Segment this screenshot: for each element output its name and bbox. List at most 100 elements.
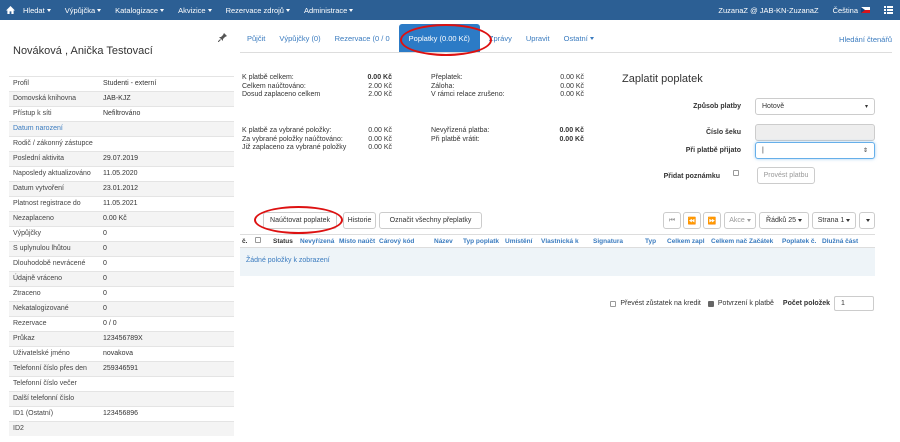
- menu-list-icon[interactable]: [877, 0, 900, 20]
- column-header[interactable]: Nevyřízená: [298, 238, 337, 245]
- patron-field-label: Dlouhodobě nevrácené: [9, 256, 99, 272]
- user-menu[interactable]: ZuzanaZ @ JAB-KN-ZuzanaZ: [711, 0, 825, 20]
- patron-field-row: S uplynulou lhůtou 0: [9, 241, 234, 257]
- patron-field-value: 0: [99, 241, 234, 257]
- patron-field-label: Další telefonní číslo: [9, 391, 99, 407]
- summary-value: 2.00 Kč: [368, 91, 392, 98]
- chevron-down-icon: [285, 8, 290, 12]
- flag-icon: [861, 7, 870, 13]
- summary-label: Již zaplaceno za vybrané položky: [242, 144, 347, 151]
- tab-divider: [240, 52, 892, 53]
- summary-value: 0.00 Kč: [560, 82, 584, 90]
- patron-search-link[interactable]: Hledání čtenářů: [839, 35, 892, 44]
- history-button[interactable]: Historie: [343, 212, 376, 229]
- column-header[interactable]: Umístění: [503, 238, 539, 245]
- tab-items-out[interactable]: Výpůjčky (0): [272, 24, 327, 52]
- summary-label: K platbě celkem:: [242, 74, 294, 81]
- nav-circulation-menu[interactable]: Výpůjčka: [58, 0, 108, 20]
- column-header[interactable]: Poplatek č.: [780, 238, 820, 245]
- check-number-input[interactable]: [755, 124, 875, 141]
- rows-per-page-dropdown[interactable]: Řádků 25: [759, 212, 809, 229]
- patron-field-row: ID2: [9, 421, 234, 436]
- patron-field-row: Nezaplaceno 0.00 Kč: [9, 211, 234, 227]
- patron-field-row: Naposledy aktualizováno 11.05.2020: [9, 166, 234, 182]
- patron-field-row: Datum narození: [9, 121, 234, 137]
- column-header[interactable]: Vlastnická k: [539, 238, 591, 245]
- column-header[interactable]: Místo naúčt: [337, 238, 377, 245]
- patron-field-row: Telefonní číslo večer: [9, 376, 234, 392]
- tab-edit[interactable]: Upravit: [519, 24, 557, 52]
- column-header[interactable]: Čárový kód: [377, 238, 424, 245]
- column-header[interactable]: Celkem zapl: [665, 238, 709, 245]
- tab-bills[interactable]: Poplatky (0.00 Kč): [398, 24, 480, 52]
- patron-field-value: 11.05.2020: [99, 166, 234, 182]
- chevron-down-icon: [160, 8, 165, 12]
- nav-cataloging-menu[interactable]: Katalogizace: [108, 0, 171, 20]
- receipt-count-label: Počet položek: [782, 300, 830, 307]
- patron-field-label: Nezaplaceno: [9, 211, 99, 227]
- column-header[interactable]: Název: [424, 238, 461, 245]
- patron-field-value: Studenti - externí: [99, 76, 234, 92]
- bill-fee-button[interactable]: Naúčtovat poplatek: [263, 212, 337, 229]
- patron-field-value: 11.05.2021: [99, 196, 234, 212]
- prev-page-icon[interactable]: ⏪: [683, 212, 701, 229]
- top-navbar: Hledat Výpůjčka Katalogizace Akvizice Re…: [0, 0, 900, 20]
- tab-checkout[interactable]: Půjčit: [240, 24, 272, 52]
- nav-search-menu[interactable]: Hledat: [16, 0, 58, 20]
- patron-field-value: 0: [99, 271, 234, 287]
- receipt-count-input[interactable]: 1: [834, 296, 874, 311]
- patron-field-label: Přístup k síti: [9, 106, 99, 122]
- nav-booking-menu[interactable]: Rezervace zdrojů: [219, 0, 297, 20]
- patron-field-value: 23.01.2012: [99, 181, 234, 197]
- language-menu[interactable]: Čeština: [826, 0, 877, 20]
- payment-received-input[interactable]: | ⇕: [755, 142, 875, 159]
- tab-other[interactable]: Ostatní: [557, 24, 601, 52]
- mark-overpayments-button[interactable]: Označit všechny přeplatky: [379, 212, 482, 229]
- pin-icon[interactable]: [217, 33, 227, 45]
- first-page-icon[interactable]: ⏮: [663, 212, 681, 229]
- column-header[interactable]: Signatura: [591, 238, 635, 245]
- payment-method-value: Hotově: [762, 103, 785, 110]
- column-header[interactable]: Celkem nač: [709, 238, 747, 245]
- patron-field-value: JAB-KJZ: [99, 91, 234, 107]
- payment-receipt-checkbox[interactable]: [707, 300, 714, 307]
- column-header[interactable]: Typ: [635, 238, 665, 245]
- nav-acquisitions-menu[interactable]: Akvizice: [171, 0, 219, 20]
- patron-field-label: Uživatelské jméno: [9, 346, 99, 362]
- payment-method-select[interactable]: Hotově ▾: [755, 98, 875, 115]
- nav-admin-menu[interactable]: Administrace: [297, 0, 360, 20]
- spinner-icon[interactable]: ⇕: [863, 147, 868, 154]
- select-all-checkbox[interactable]: [255, 237, 261, 243]
- tab-holds[interactable]: Rezervace (0 / 0: [328, 24, 397, 52]
- chevron-down-icon: [746, 219, 751, 222]
- summary-label: V rámci relace zrušeno:: [431, 91, 505, 98]
- column-header[interactable]: Status: [271, 238, 298, 245]
- column-header[interactable]: Typ poplatk: [461, 238, 503, 245]
- patron-field-label: Profil: [9, 76, 99, 92]
- transfer-balance-checkbox[interactable]: [610, 300, 617, 307]
- next-page-icon[interactable]: ⏩: [703, 212, 721, 229]
- patron-field-row: Profil Studenti - externí: [9, 76, 234, 92]
- patron-field-label: Výpůjčky: [9, 226, 99, 242]
- transfer-balance-label: Převést zůstatek na kredit: [620, 300, 701, 307]
- summary-value: 0.00 Kč: [560, 91, 584, 98]
- patron-field-row: Rodič / zákonný zástupce: [9, 136, 234, 152]
- patron-field-value: [99, 136, 234, 152]
- page-select-dropdown[interactable]: Strana 1: [812, 212, 856, 229]
- apply-payment-button[interactable]: Provést platbu: [757, 167, 815, 184]
- patron-field-value: 259346591: [99, 361, 234, 377]
- chevron-down-icon: [349, 8, 354, 12]
- column-header[interactable]: Začátek: [747, 238, 780, 245]
- tab-messages[interactable]: Zprávy: [482, 24, 519, 52]
- patron-field-label: Rodič / zákonný zástupce: [9, 136, 99, 152]
- summary-value: 0.00 Kč: [368, 127, 392, 134]
- home-icon[interactable]: [0, 0, 16, 20]
- patron-field-value: [99, 421, 234, 436]
- column-options-dropdown[interactable]: [859, 212, 875, 229]
- add-note-checkbox[interactable]: [733, 170, 739, 176]
- actions-dropdown[interactable]: Akce: [724, 212, 756, 229]
- patron-field-value: 29.07.2019: [99, 151, 234, 167]
- summary-value: 0.00 Kč: [559, 127, 584, 134]
- column-header[interactable]: Dlužná část: [820, 238, 860, 245]
- column-header: č.: [242, 237, 248, 245]
